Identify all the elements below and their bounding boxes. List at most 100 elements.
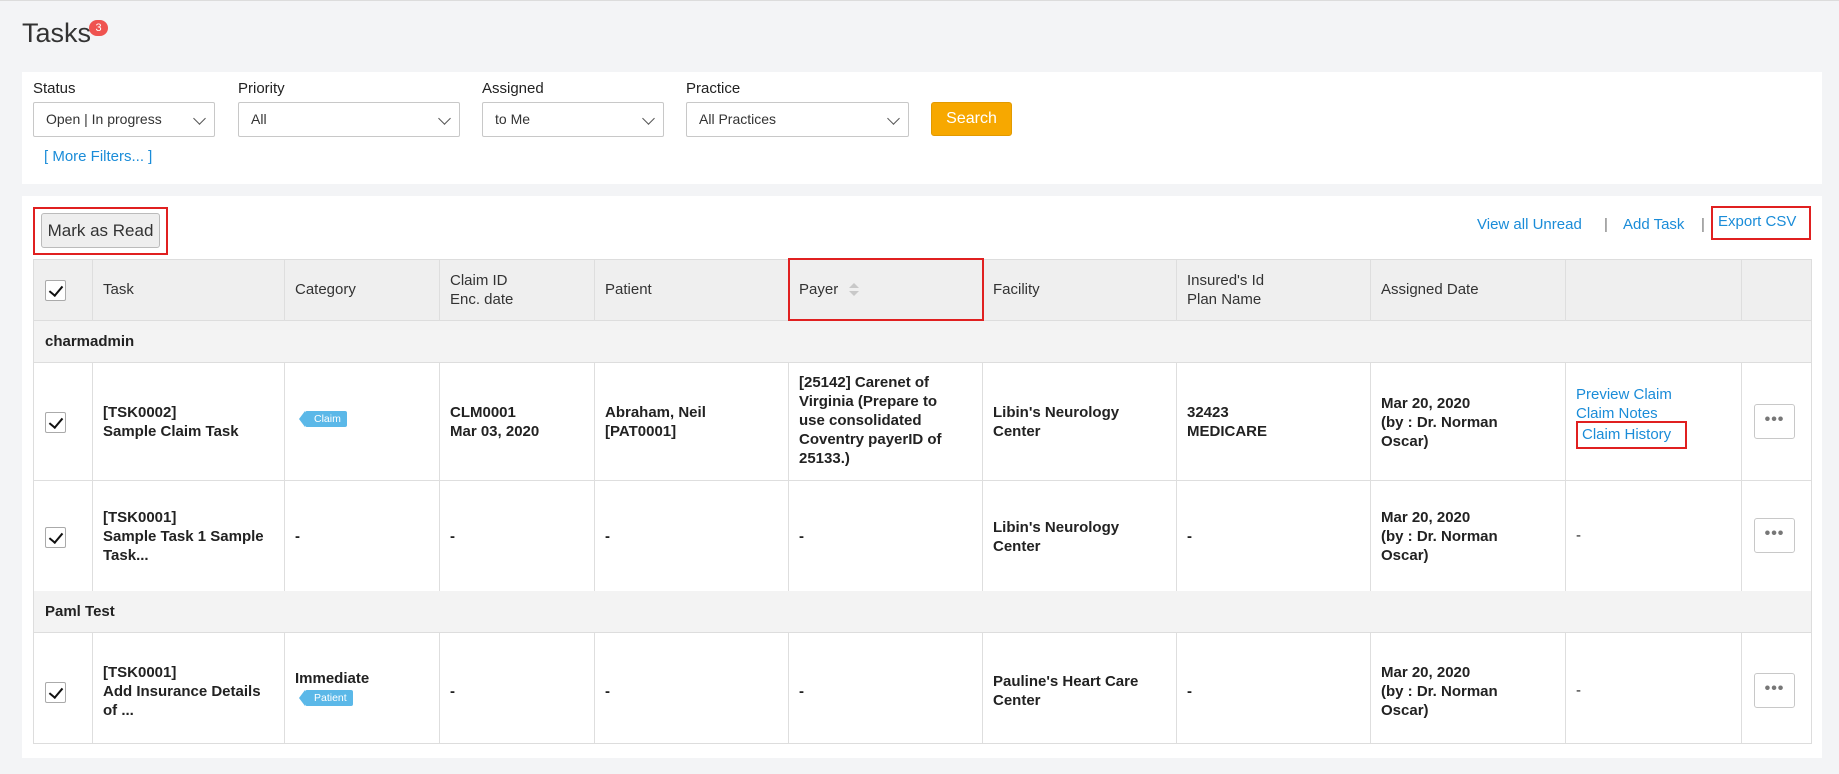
header-claim-id-label: Claim ID (450, 272, 508, 289)
assigned-date: Mar 20, 2020 (1381, 509, 1471, 526)
task-cell[interactable]: [TSK0001] Sample Task 1 Sample Task... (103, 508, 264, 565)
row-checkbox[interactable] (45, 682, 66, 703)
group-label: charmadmin (45, 333, 135, 350)
claim-cell: - (450, 528, 455, 545)
filter-panel: Status Open | In progress Priority All A… (22, 72, 1822, 184)
claim-cell: CLM0001 Mar 03, 2020 (450, 403, 539, 441)
more-icon[interactable]: ••• (1754, 673, 1795, 708)
column-divider (439, 363, 440, 591)
practice-label: Practice (686, 80, 741, 97)
column-divider (594, 363, 595, 591)
column-divider (788, 633, 789, 743)
column-divider (1370, 633, 1371, 743)
column-divider (439, 633, 440, 743)
assigned-date: Mar 20, 2020 (1381, 664, 1471, 681)
export-csv-link[interactable]: Export CSV (1718, 213, 1796, 230)
header-task[interactable]: Task (103, 280, 134, 299)
assigned-date: Mar 20, 2020 (1381, 395, 1471, 412)
column-divider (788, 363, 789, 591)
practice-select[interactable]: All Practices (686, 102, 909, 137)
payer-line: use consolidated (799, 412, 922, 429)
header-claim-id[interactable]: Claim ID Enc. date (450, 271, 513, 309)
chevron-down-icon (438, 112, 451, 125)
payer-line: Virginia (Prepare to (799, 393, 938, 410)
task-cell[interactable]: [TSK0002] Sample Claim Task (103, 403, 239, 441)
mark-as-read-button[interactable]: Mark as Read (41, 213, 160, 248)
assigned-by: Oscar) (1381, 547, 1429, 564)
group-row: Paml Test (34, 591, 1811, 633)
facility-line: Pauline's Heart Care (993, 673, 1139, 690)
chevron-down-icon (193, 112, 206, 125)
column-divider (1176, 363, 1177, 591)
preview-claim-link[interactable]: Preview Claim (1576, 385, 1672, 404)
category-tag: Patient (299, 690, 353, 706)
column-divider (1176, 633, 1177, 743)
priority-select[interactable]: All (238, 102, 460, 137)
task-cell[interactable]: [TSK0001] Add Insurance Details of ... (103, 663, 261, 720)
header-assigned-date[interactable]: Assigned Date (1381, 280, 1479, 299)
task-name: Add Insurance Details (103, 683, 261, 700)
patient-cell: Abraham, Neil [PAT0001] (605, 403, 706, 441)
practice-select-value: All Practices (699, 111, 777, 127)
payer-line: [25142] Carenet of (799, 374, 930, 391)
column-divider (284, 363, 285, 591)
search-button[interactable]: Search (931, 102, 1012, 136)
select-all-checkbox[interactable] (45, 280, 66, 301)
more-filters-link[interactable]: [ More Filters... ] (44, 148, 152, 165)
insured-cell: - (1187, 528, 1192, 545)
column-divider (1741, 260, 1742, 321)
payer-cell: [25142] Carenet of Virginia (Prepare to … (799, 373, 942, 468)
task-name: Task... (103, 547, 149, 564)
row-checkbox[interactable] (45, 412, 66, 433)
enc-date: Mar 03, 2020 (450, 423, 540, 440)
task-name: Sample Claim Task (103, 423, 239, 440)
insured-cell: 32423 MEDICARE (1187, 403, 1267, 441)
header-patient[interactable]: Patient (605, 280, 652, 299)
assigned-by: Oscar) (1381, 702, 1429, 719)
insured-cell: - (1187, 683, 1192, 700)
status-label: Status (33, 80, 76, 97)
category-tag: Claim (299, 411, 347, 427)
page-title: Tasks (22, 18, 92, 48)
view-all-unread-link[interactable]: View all Unread (1477, 216, 1582, 233)
column-divider (1176, 260, 1177, 321)
separator: | (1701, 216, 1705, 233)
column-divider (284, 260, 285, 321)
column-divider (982, 633, 983, 743)
header-category[interactable]: Category (295, 280, 356, 299)
priority-label: Priority (238, 80, 285, 97)
add-task-link[interactable]: Add Task (1623, 216, 1684, 233)
more-icon[interactable]: ••• (1754, 518, 1795, 553)
assigned-by: (by : Dr. Norman (1381, 414, 1498, 431)
category-cell: - (295, 528, 300, 545)
insured-id: 32423 (1187, 404, 1229, 421)
row-checkbox[interactable] (45, 527, 66, 548)
chevron-down-icon (642, 112, 655, 125)
task-name: Sample Task 1 Sample (103, 528, 264, 545)
status-select-value: Open | In progress (46, 111, 162, 127)
claim-history-link[interactable]: Claim History (1582, 425, 1671, 444)
separator: | (1604, 216, 1608, 233)
sort-icon[interactable] (849, 283, 859, 297)
payer-line: Coventry payerID of (799, 431, 942, 448)
column-divider (92, 633, 93, 743)
column-divider (1370, 363, 1371, 591)
assigned-by: Oscar) (1381, 433, 1429, 450)
assigned-by: (by : Dr. Norman (1381, 528, 1498, 545)
facility-line: Center (993, 538, 1041, 555)
assigned-label: Assigned (482, 80, 544, 97)
more-icon[interactable]: ••• (1754, 404, 1795, 439)
facility-cell: Libin's Neurology Center (993, 518, 1119, 556)
column-divider (1565, 260, 1566, 321)
header-payer[interactable]: Payer (799, 280, 838, 299)
assigned-select[interactable]: to Me (482, 102, 664, 137)
payer-line: 25133.) (799, 450, 850, 467)
column-divider (594, 260, 595, 321)
group-label: Paml Test (45, 603, 115, 620)
header-facility[interactable]: Facility (993, 280, 1040, 299)
status-select[interactable]: Open | In progress (33, 102, 215, 137)
claim-id: CLM0001 (450, 404, 516, 421)
payer-cell: - (799, 683, 804, 700)
column-divider (1741, 363, 1742, 591)
header-insured-id[interactable]: Insured's Id Plan Name (1187, 271, 1264, 309)
